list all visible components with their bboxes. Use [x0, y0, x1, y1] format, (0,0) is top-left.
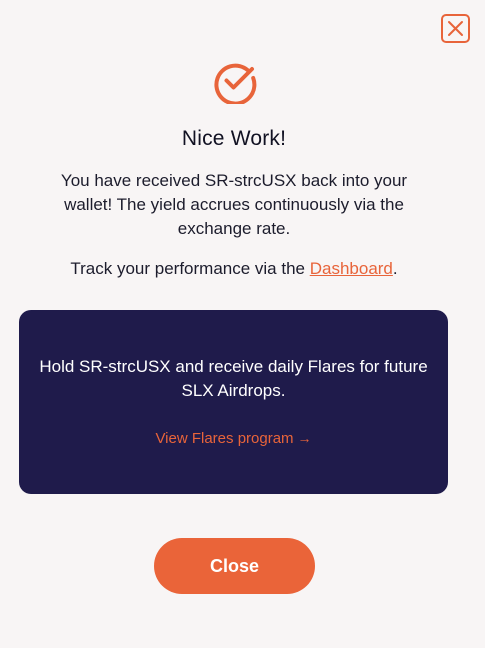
view-flares-program-link[interactable]: View Flares program → [19, 430, 448, 447]
arrow-right-icon: → [297, 430, 312, 446]
track-performance-text: Track your performance via the Dashboard… [0, 257, 468, 281]
track-prefix: Track your performance via the [70, 259, 310, 278]
track-suffix: . [392, 259, 398, 278]
success-modal: Nice Work! You have received SR-strcUSX … [0, 0, 485, 648]
view-flares-label: View Flares program [155, 430, 294, 447]
check-circle-icon [214, 63, 257, 104]
close-button[interactable]: Close [154, 538, 315, 594]
flares-promo-card: Hold SR-strcUSX and receive daily Flares… [19, 310, 448, 494]
close-x-button[interactable] [441, 14, 470, 43]
promo-text: Hold SR-strcUSX and receive daily Flares… [39, 357, 428, 400]
dashboard-link[interactable]: Dashboard [310, 259, 393, 278]
modal-description: You have received SR-strcUSX back into y… [60, 171, 408, 238]
close-icon [448, 21, 463, 36]
modal-title: Nice Work! [181, 127, 287, 150]
